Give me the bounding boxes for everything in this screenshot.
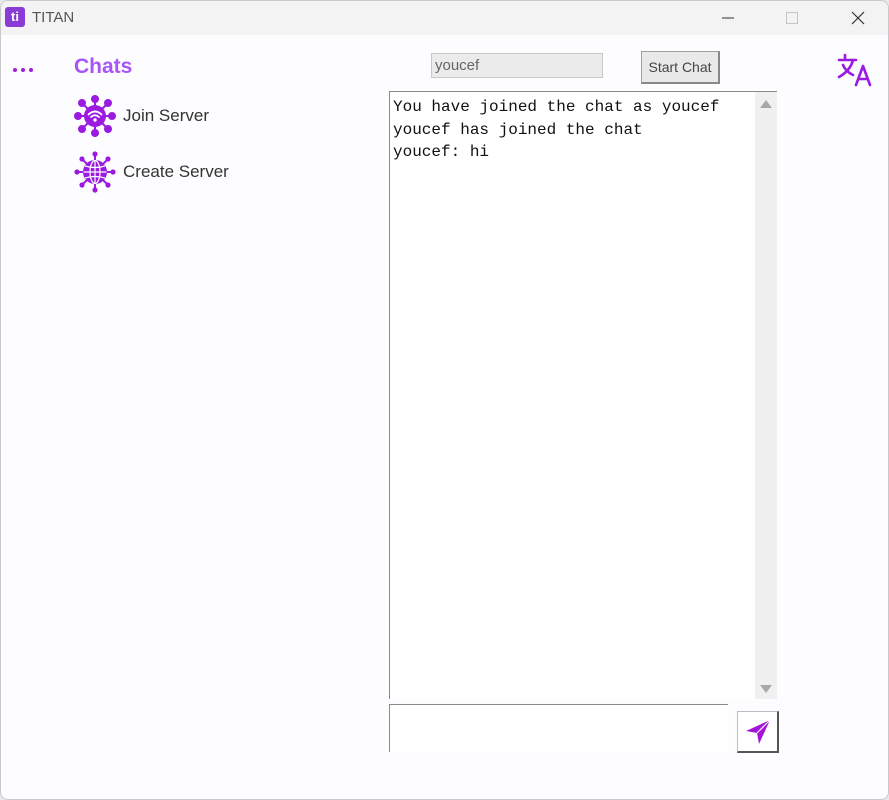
sidebar-item-join-server[interactable]: Join Server bbox=[73, 94, 323, 138]
chats-heading: Chats bbox=[74, 55, 133, 78]
translate-icon[interactable] bbox=[837, 53, 873, 87]
scroll-down-icon[interactable] bbox=[760, 685, 772, 693]
sidebar-item-label: Create Server bbox=[123, 162, 229, 181]
chat-scrollbar[interactable] bbox=[755, 92, 777, 699]
sidebar-item-label: Join Server bbox=[123, 106, 209, 125]
chat-messages: You have joined the chat as youcef youce… bbox=[393, 98, 720, 161]
close-button[interactable] bbox=[835, 1, 881, 35]
create-server-icon bbox=[74, 151, 116, 193]
send-icon bbox=[746, 719, 771, 744]
window-title: TITAN bbox=[32, 9, 75, 26]
more-options-icon[interactable] bbox=[11, 65, 37, 75]
app-icon: ti bbox=[5, 7, 25, 27]
username-input[interactable] bbox=[431, 53, 603, 78]
title-bar[interactable]: ti TITAN bbox=[1, 1, 888, 35]
minimize-button[interactable] bbox=[705, 1, 751, 35]
maximize-icon bbox=[786, 12, 798, 24]
app-window: ti TITAN Chats Join Server Create Server… bbox=[0, 0, 889, 800]
send-button[interactable] bbox=[737, 711, 779, 753]
chat-log[interactable]: You have joined the chat as youcef youce… bbox=[389, 91, 777, 699]
message-input[interactable] bbox=[389, 704, 728, 752]
start-chat-button[interactable]: Start Chat bbox=[641, 51, 720, 84]
sidebar-item-create-server[interactable]: Create Server bbox=[73, 150, 323, 194]
scroll-up-icon[interactable] bbox=[760, 100, 772, 108]
close-icon bbox=[851, 11, 865, 25]
minimize-icon bbox=[722, 17, 734, 19]
join-server-icon bbox=[74, 95, 116, 137]
maximize-button[interactable] bbox=[769, 1, 815, 35]
